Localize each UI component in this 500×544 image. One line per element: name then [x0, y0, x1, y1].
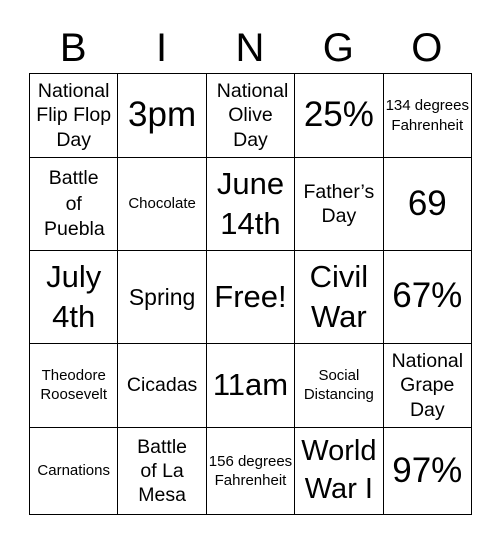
bingo-cell[interactable]: Free!	[205, 250, 296, 344]
bingo-cell[interactable]: World War I	[294, 427, 384, 515]
bingo-cell[interactable]: National Olive Day	[205, 72, 296, 159]
bingo-cell[interactable]: Chocolate	[117, 157, 207, 252]
bingo-cell[interactable]: June 14th	[205, 157, 296, 252]
bingo-cell[interactable]: Carnations	[28, 427, 119, 515]
bingo-cell[interactable]: Social Distancing	[294, 342, 384, 429]
header-letter: N	[235, 26, 265, 70]
bingo-cell[interactable]: 3pm	[117, 72, 207, 159]
bingo-cell[interactable]: Civil War	[294, 250, 384, 344]
header-letter: B	[59, 26, 87, 70]
bingo-cell[interactable]: 69	[382, 157, 473, 252]
bingo-cell[interactable]: July 4th	[28, 250, 119, 344]
header-letter: I	[156, 26, 168, 70]
bingo-cell[interactable]: National Grape Day	[382, 342, 473, 429]
bingo-cell[interactable]: Theodore Roosevelt	[28, 342, 119, 429]
bingo-cell[interactable]: 134 degrees Fahrenheit	[382, 72, 473, 159]
bingo-cell[interactable]: Cicadas	[117, 342, 207, 429]
bingo-header: B I N G O	[29, 24, 471, 72]
bingo-cell[interactable]: National Flip Flop Day	[28, 72, 119, 159]
bingo-cell[interactable]: Battle of Puebla	[28, 157, 119, 252]
bingo-cell[interactable]: 156 degrees Fahrenheit	[205, 427, 296, 515]
bingo-cell[interactable]: Father’s Day	[294, 157, 384, 252]
bingo-cell[interactable]: 11am	[205, 342, 296, 429]
bingo-cell[interactable]: 97%	[382, 427, 473, 515]
bingo-cell[interactable]: Battle of La Mesa	[117, 427, 207, 515]
bingo-cell[interactable]: 67%	[382, 250, 473, 344]
bingo-cell[interactable]: Spring	[117, 250, 207, 344]
header-letter: G	[322, 26, 354, 70]
bingo-cell[interactable]: 25%	[294, 72, 384, 159]
bingo-grid: National Flip Flop Day 3pm National Oliv…	[28, 72, 473, 515]
header-letter: O	[411, 26, 443, 70]
